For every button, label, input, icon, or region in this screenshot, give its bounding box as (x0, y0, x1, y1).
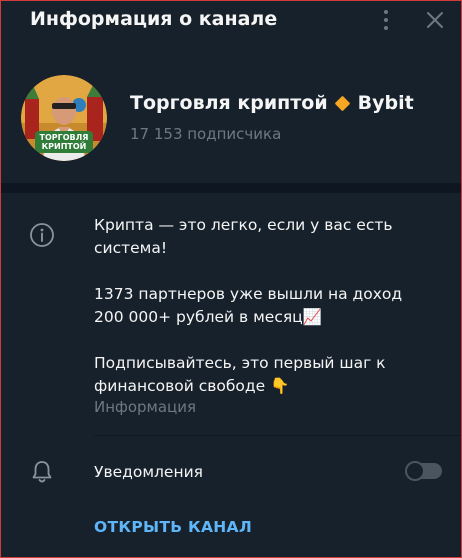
description-paragraph: Подписывайтесь, это первый шаг к финансо… (94, 354, 386, 395)
channel-name-suffix: Bybit (357, 92, 414, 114)
avatar[interactable]: ТОРГОВЛЯ КРИПТОЙ (21, 75, 107, 161)
description-paragraph: 1373 партнеров уже вышли на доход 200 00… (94, 285, 403, 326)
description-paragraph: Крипта — это легко, если у вас есть сист… (94, 216, 393, 257)
open-channel-button[interactable]: ОТКРЫТЬ КАНАЛ (94, 518, 252, 536)
toggle-knob (405, 461, 425, 481)
channel-description: Крипта — это легко, если у вас есть сист… (94, 214, 424, 398)
close-icon[interactable] (424, 8, 446, 32)
avatar-text-1: ТОРГОВЛЯ (40, 133, 89, 142)
channel-name: Торговля криптой Bybit (130, 92, 414, 114)
separator (94, 435, 462, 436)
header: Информация о канале (0, 0, 462, 42)
info-icon (29, 222, 55, 248)
channel-name-text: Торговля криптой (130, 92, 328, 114)
more-vertical-icon[interactable] (376, 8, 396, 32)
orange-diamond-icon (334, 95, 350, 111)
info-label: Информация (94, 398, 197, 416)
notifications-label: Уведомления (94, 463, 203, 481)
bell-icon (30, 459, 54, 485)
subscriber-count: 17 153 подписчика (130, 125, 282, 143)
notifications-toggle[interactable] (405, 461, 442, 481)
avatar-text-2: КРИПТОЙ (42, 140, 87, 151)
section-divider (0, 183, 462, 193)
page-title: Информация о канале (30, 8, 278, 30)
